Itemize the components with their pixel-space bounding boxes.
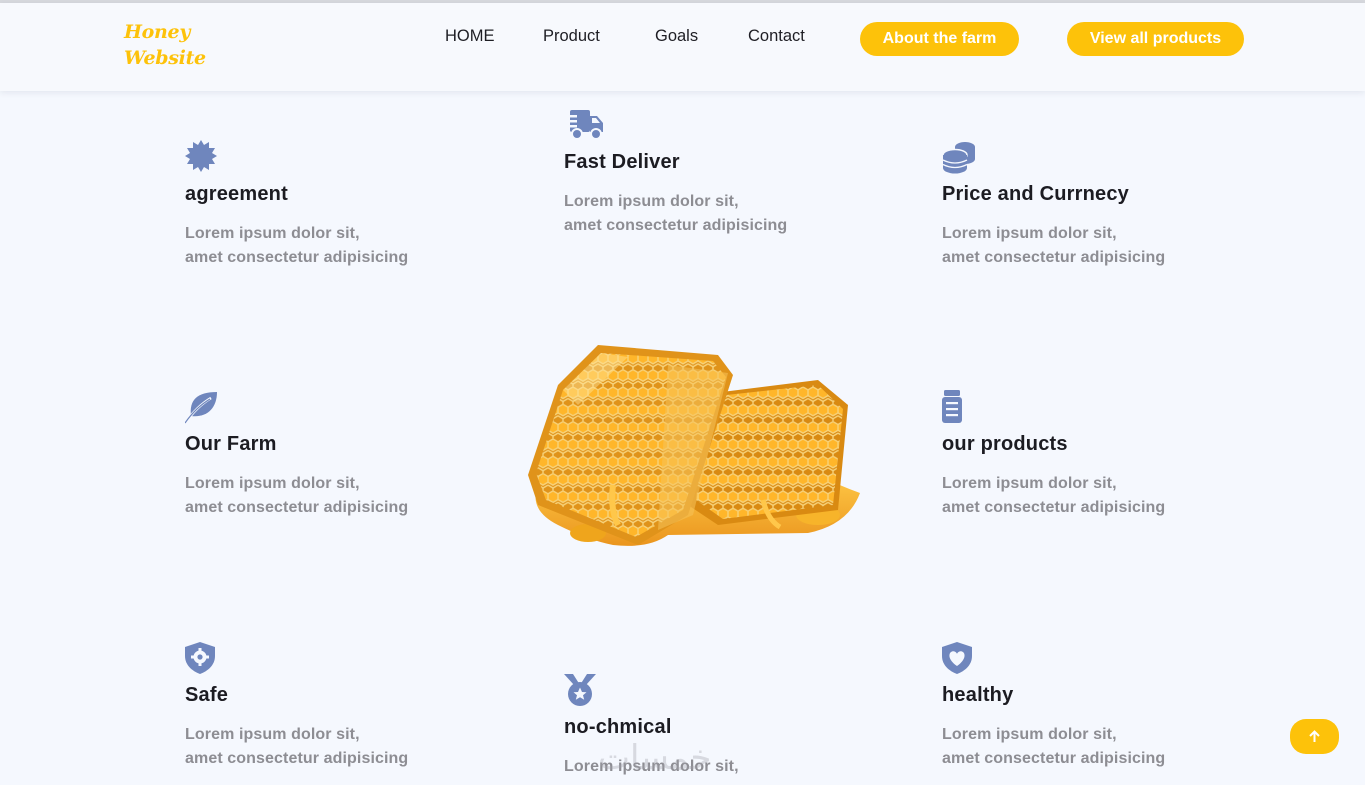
feature-title: our products [942, 433, 1068, 455]
feature-title: healthy [942, 684, 1014, 706]
feature-desc-line1: Lorem ipsum dolor sit, [185, 225, 360, 242]
feature-desc-line1: Lorem ipsum dolor sit, [185, 726, 360, 743]
nav-home[interactable]: HOME [445, 27, 495, 46]
feature-desc-line1: Lorem ipsum dolor sit, [942, 475, 1117, 492]
feature-desc-line2: amet consectetur adipisicing [185, 750, 409, 767]
leaf-icon [185, 392, 217, 424]
feature-desc-line1: Lorem ipsum dolor sit, [564, 193, 739, 210]
medal-icon [564, 674, 596, 706]
site-header: Honey Website HOME Product Goals Contact… [0, 3, 1365, 91]
feature-desc-line1: Lorem ipsum dolor sit, [185, 475, 360, 492]
badge-icon [185, 140, 217, 172]
jar-icon [942, 390, 962, 423]
feature-desc-line2: amet consectetur adipisicing [942, 249, 1166, 266]
feature-title: no-chmical [564, 716, 672, 738]
feature-desc-line1: Lorem ipsum dolor sit, [942, 726, 1117, 743]
feature-desc-line2: amet consectetur adipisicing [942, 499, 1166, 516]
feature-desc-line2: amet consectetur adipisicing [185, 499, 409, 516]
feature-desc-line2: amet consectetur adipisicing [564, 217, 788, 234]
nav-product[interactable]: Product [543, 27, 600, 46]
feature-title: Fast Deliver [564, 151, 680, 173]
feature-desc-line2: amet consectetur adipisicing [185, 249, 409, 266]
scroll-to-top-button[interactable] [1290, 719, 1339, 754]
feature-desc-line1: Lorem ipsum dolor sit, [942, 225, 1117, 242]
truck-fast-icon [564, 110, 603, 140]
coins-icon [942, 142, 975, 174]
nav-goals[interactable]: Goals [655, 27, 698, 46]
about-farm-button[interactable]: About the farm [860, 22, 1019, 56]
feature-title: agreement [185, 183, 288, 205]
watermark-text: خمسات [598, 738, 712, 778]
feature-desc-line2: amet consectetur adipisicing [942, 750, 1166, 767]
feature-title: Our Farm [185, 433, 277, 455]
arrow-up-icon [1309, 730, 1320, 742]
honeycomb-image [528, 345, 860, 546]
site-logo[interactable]: Honey Website [124, 19, 206, 71]
nav-contact[interactable]: Contact [748, 27, 805, 46]
feature-title: Price and Currnecy [942, 183, 1130, 205]
feature-title: Safe [185, 684, 229, 706]
shield-gear-icon [185, 642, 215, 674]
logo-line-2: Website [124, 47, 206, 69]
shield-heart-icon [942, 642, 972, 674]
logo-line-1: Honey [124, 21, 191, 43]
view-all-products-button[interactable]: View all products [1067, 22, 1244, 56]
